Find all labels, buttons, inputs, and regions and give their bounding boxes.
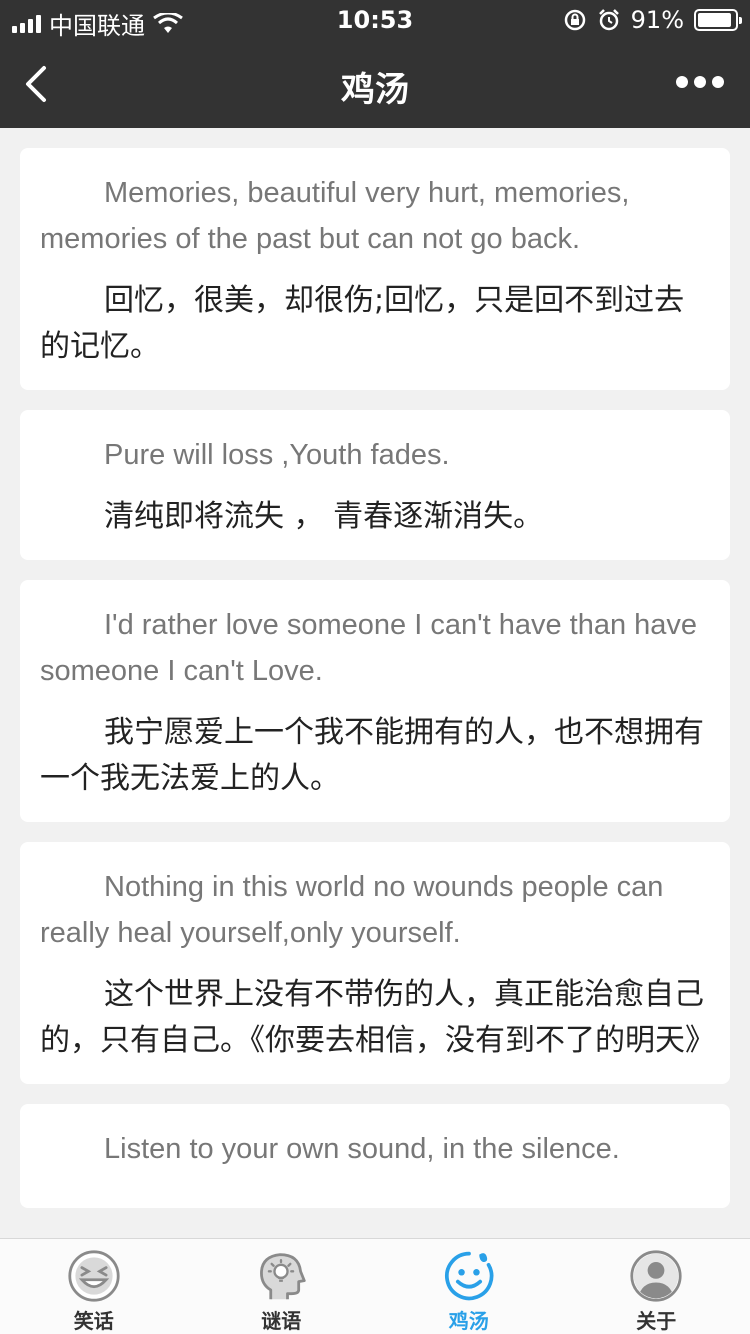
tab-label: 关于 <box>636 1309 677 1333</box>
quote-card[interactable]: Memories, beautiful very hurt, memories,… <box>20 148 730 390</box>
quote-card[interactable]: Nothing in this world no wounds people c… <box>20 842 730 1084</box>
smile-face-icon <box>444 1251 494 1301</box>
status-bar: 中国联通 10:53 91% <box>0 0 750 40</box>
quote-english: Memories, beautiful very hurt, memories,… <box>40 177 630 255</box>
tab-about[interactable]: 关于 <box>563 1239 750 1334</box>
quote-english: Listen to your own sound, in the silence… <box>104 1133 620 1165</box>
quote-card[interactable]: Listen to your own sound, in the silence… <box>20 1104 730 1208</box>
tab-riddles[interactable]: 谜语 <box>188 1239 376 1334</box>
more-options-icon[interactable] <box>676 76 724 88</box>
battery-fill <box>698 13 731 27</box>
tab-label: 谜语 <box>261 1309 302 1333</box>
page-title: 鸡汤 <box>341 70 409 110</box>
alarm-icon <box>598 9 619 31</box>
quote-chinese: 这个世界上没有不带伤的人，真正能治愈自己的，只有自己。《你要去相信，没有到不了的… <box>40 977 715 1058</box>
navigation-bar: 鸡汤 <box>0 40 750 128</box>
quote-list[interactable]: Memories, beautiful very hurt, memories,… <box>0 128 750 1238</box>
quote-english: Nothing in this world no wounds people c… <box>40 871 664 949</box>
user-avatar-icon <box>630 1250 682 1302</box>
tab-bar: 笑话 谜语 鸡汤 关于 <box>0 1238 750 1334</box>
quote-chinese: 回忆，很美，却很伤;回忆，只是回不到过去的记忆。 <box>40 283 685 364</box>
status-right: 91% <box>563 6 742 34</box>
tab-label: 笑话 <box>73 1309 114 1333</box>
tab-jokes[interactable]: 笑话 <box>0 1239 188 1334</box>
app-root: 中国联通 10:53 91% 鸡汤 Memories, beautiful ve… <box>0 0 750 1334</box>
laughing-face-icon <box>68 1250 120 1302</box>
orientation-lock-icon <box>564 9 585 31</box>
quote-chinese: 清纯即将流失 ， 青春逐渐消失。 <box>104 499 544 534</box>
quote-english: I'd rather love someone I can't have tha… <box>40 609 698 687</box>
tab-chicken-soup[interactable]: 鸡汤 <box>375 1239 563 1334</box>
tab-label: 鸡汤 <box>448 1309 489 1333</box>
quote-english: Pure will loss ,Youth fades. <box>104 439 450 471</box>
quote-card[interactable]: I'd rather love someone I can't have tha… <box>20 580 730 822</box>
battery-icon <box>694 9 742 31</box>
quote-chinese: 我宁愿爱上一个我不能拥有的人，也不想拥有一个我无法爱上的人。 <box>40 715 704 796</box>
thinking-head-icon <box>260 1253 306 1300</box>
quote-card[interactable]: Pure will loss ,Youth fades. 清纯即将流失 ， 青春… <box>20 410 730 560</box>
battery-percent: 91% <box>630 6 684 34</box>
